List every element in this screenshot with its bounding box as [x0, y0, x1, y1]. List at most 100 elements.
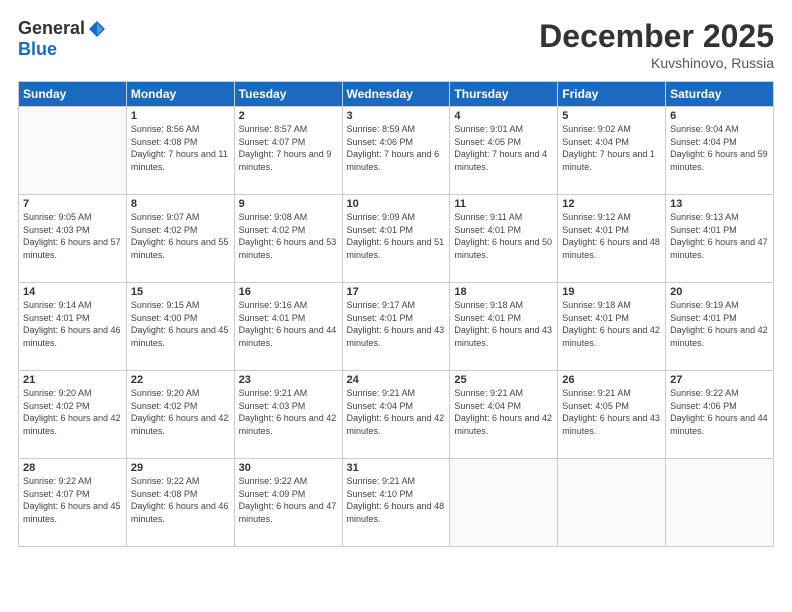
calendar-week-1: 7 Sunrise: 9:05 AMSunset: 4:03 PMDayligh…: [19, 195, 774, 283]
day-info: Sunrise: 9:21 AMSunset: 4:04 PMDaylight:…: [454, 387, 553, 437]
day-info: Sunrise: 9:05 AMSunset: 4:03 PMDaylight:…: [23, 211, 122, 261]
day-number: 2: [239, 110, 338, 122]
day-number: 4: [454, 110, 553, 122]
day-number: 29: [131, 462, 230, 474]
logo-general: General: [18, 18, 85, 39]
day-number: 28: [23, 462, 122, 474]
day-number: 3: [347, 110, 446, 122]
day-info: Sunrise: 9:02 AMSunset: 4:04 PMDaylight:…: [562, 123, 661, 173]
day-number: 22: [131, 374, 230, 386]
calendar-cell: 2 Sunrise: 8:57 AMSunset: 4:07 PMDayligh…: [234, 107, 342, 195]
day-info: Sunrise: 9:21 AMSunset: 4:05 PMDaylight:…: [562, 387, 661, 437]
calendar-header-row: Sunday Monday Tuesday Wednesday Thursday…: [19, 82, 774, 107]
day-info: Sunrise: 9:17 AMSunset: 4:01 PMDaylight:…: [347, 299, 446, 349]
month-title: December 2025: [539, 18, 774, 55]
calendar-cell: 14 Sunrise: 9:14 AMSunset: 4:01 PMDaylig…: [19, 283, 127, 371]
header-sunday: Sunday: [19, 82, 127, 107]
header-thursday: Thursday: [450, 82, 558, 107]
day-number: 8: [131, 198, 230, 210]
page: General Blue December 2025 Kuvshinovo, R…: [0, 0, 792, 612]
calendar-cell: 23 Sunrise: 9:21 AMSunset: 4:03 PMDaylig…: [234, 371, 342, 459]
day-number: 26: [562, 374, 661, 386]
calendar-cell: 13 Sunrise: 9:13 AMSunset: 4:01 PMDaylig…: [666, 195, 774, 283]
calendar-cell: 27 Sunrise: 9:22 AMSunset: 4:06 PMDaylig…: [666, 371, 774, 459]
logo-icon: [87, 19, 107, 39]
calendar-week-0: 1 Sunrise: 8:56 AMSunset: 4:08 PMDayligh…: [19, 107, 774, 195]
day-number: 19: [562, 286, 661, 298]
day-number: 16: [239, 286, 338, 298]
day-number: 23: [239, 374, 338, 386]
day-number: 5: [562, 110, 661, 122]
day-number: 31: [347, 462, 446, 474]
day-info: Sunrise: 8:59 AMSunset: 4:06 PMDaylight:…: [347, 123, 446, 173]
calendar-cell: [450, 459, 558, 547]
day-number: 1: [131, 110, 230, 122]
day-number: 27: [670, 374, 769, 386]
day-number: 21: [23, 374, 122, 386]
calendar-week-4: 28 Sunrise: 9:22 AMSunset: 4:07 PMDaylig…: [19, 459, 774, 547]
title-block: December 2025 Kuvshinovo, Russia: [539, 18, 774, 71]
day-number: 24: [347, 374, 446, 386]
day-info: Sunrise: 9:01 AMSunset: 4:05 PMDaylight:…: [454, 123, 553, 173]
day-number: 6: [670, 110, 769, 122]
calendar-cell: 30 Sunrise: 9:22 AMSunset: 4:09 PMDaylig…: [234, 459, 342, 547]
day-info: Sunrise: 9:21 AMSunset: 4:10 PMDaylight:…: [347, 475, 446, 525]
logo: General Blue: [18, 18, 107, 60]
day-info: Sunrise: 9:22 AMSunset: 4:08 PMDaylight:…: [131, 475, 230, 525]
calendar-cell: 10 Sunrise: 9:09 AMSunset: 4:01 PMDaylig…: [342, 195, 450, 283]
day-number: 17: [347, 286, 446, 298]
header-friday: Friday: [558, 82, 666, 107]
day-info: Sunrise: 9:22 AMSunset: 4:06 PMDaylight:…: [670, 387, 769, 437]
calendar-cell: 18 Sunrise: 9:18 AMSunset: 4:01 PMDaylig…: [450, 283, 558, 371]
day-info: Sunrise: 9:19 AMSunset: 4:01 PMDaylight:…: [670, 299, 769, 349]
day-info: Sunrise: 9:21 AMSunset: 4:04 PMDaylight:…: [347, 387, 446, 437]
calendar-cell: 26 Sunrise: 9:21 AMSunset: 4:05 PMDaylig…: [558, 371, 666, 459]
day-info: Sunrise: 9:04 AMSunset: 4:04 PMDaylight:…: [670, 123, 769, 173]
day-info: Sunrise: 9:15 AMSunset: 4:00 PMDaylight:…: [131, 299, 230, 349]
calendar-week-3: 21 Sunrise: 9:20 AMSunset: 4:02 PMDaylig…: [19, 371, 774, 459]
calendar-cell: 12 Sunrise: 9:12 AMSunset: 4:01 PMDaylig…: [558, 195, 666, 283]
calendar-cell: 19 Sunrise: 9:18 AMSunset: 4:01 PMDaylig…: [558, 283, 666, 371]
calendar-cell: 16 Sunrise: 9:16 AMSunset: 4:01 PMDaylig…: [234, 283, 342, 371]
day-number: 20: [670, 286, 769, 298]
day-info: Sunrise: 9:08 AMSunset: 4:02 PMDaylight:…: [239, 211, 338, 261]
header-tuesday: Tuesday: [234, 82, 342, 107]
calendar-cell: 31 Sunrise: 9:21 AMSunset: 4:10 PMDaylig…: [342, 459, 450, 547]
day-info: Sunrise: 9:07 AMSunset: 4:02 PMDaylight:…: [131, 211, 230, 261]
day-number: 10: [347, 198, 446, 210]
calendar-cell: 15 Sunrise: 9:15 AMSunset: 4:00 PMDaylig…: [126, 283, 234, 371]
calendar-cell: 3 Sunrise: 8:59 AMSunset: 4:06 PMDayligh…: [342, 107, 450, 195]
calendar-cell: 22 Sunrise: 9:20 AMSunset: 4:02 PMDaylig…: [126, 371, 234, 459]
header-monday: Monday: [126, 82, 234, 107]
day-info: Sunrise: 9:14 AMSunset: 4:01 PMDaylight:…: [23, 299, 122, 349]
calendar-cell: 21 Sunrise: 9:20 AMSunset: 4:02 PMDaylig…: [19, 371, 127, 459]
day-info: Sunrise: 9:18 AMSunset: 4:01 PMDaylight:…: [562, 299, 661, 349]
day-info: Sunrise: 9:22 AMSunset: 4:09 PMDaylight:…: [239, 475, 338, 525]
calendar: Sunday Monday Tuesday Wednesday Thursday…: [18, 81, 774, 547]
calendar-cell: 9 Sunrise: 9:08 AMSunset: 4:02 PMDayligh…: [234, 195, 342, 283]
day-number: 25: [454, 374, 553, 386]
calendar-cell: 5 Sunrise: 9:02 AMSunset: 4:04 PMDayligh…: [558, 107, 666, 195]
day-info: Sunrise: 9:13 AMSunset: 4:01 PMDaylight:…: [670, 211, 769, 261]
day-info: Sunrise: 9:18 AMSunset: 4:01 PMDaylight:…: [454, 299, 553, 349]
calendar-cell: 24 Sunrise: 9:21 AMSunset: 4:04 PMDaylig…: [342, 371, 450, 459]
location: Kuvshinovo, Russia: [539, 55, 774, 71]
day-number: 12: [562, 198, 661, 210]
day-info: Sunrise: 9:21 AMSunset: 4:03 PMDaylight:…: [239, 387, 338, 437]
calendar-cell: 29 Sunrise: 9:22 AMSunset: 4:08 PMDaylig…: [126, 459, 234, 547]
day-number: 18: [454, 286, 553, 298]
logo-blue: Blue: [18, 39, 57, 60]
day-info: Sunrise: 9:09 AMSunset: 4:01 PMDaylight:…: [347, 211, 446, 261]
header-saturday: Saturday: [666, 82, 774, 107]
day-number: 30: [239, 462, 338, 474]
calendar-cell: 11 Sunrise: 9:11 AMSunset: 4:01 PMDaylig…: [450, 195, 558, 283]
calendar-cell: 20 Sunrise: 9:19 AMSunset: 4:01 PMDaylig…: [666, 283, 774, 371]
calendar-cell: 28 Sunrise: 9:22 AMSunset: 4:07 PMDaylig…: [19, 459, 127, 547]
day-info: Sunrise: 9:20 AMSunset: 4:02 PMDaylight:…: [23, 387, 122, 437]
day-number: 13: [670, 198, 769, 210]
day-info: Sunrise: 9:16 AMSunset: 4:01 PMDaylight:…: [239, 299, 338, 349]
calendar-cell: 8 Sunrise: 9:07 AMSunset: 4:02 PMDayligh…: [126, 195, 234, 283]
calendar-cell: 1 Sunrise: 8:56 AMSunset: 4:08 PMDayligh…: [126, 107, 234, 195]
day-info: Sunrise: 9:12 AMSunset: 4:01 PMDaylight:…: [562, 211, 661, 261]
day-info: Sunrise: 9:11 AMSunset: 4:01 PMDaylight:…: [454, 211, 553, 261]
